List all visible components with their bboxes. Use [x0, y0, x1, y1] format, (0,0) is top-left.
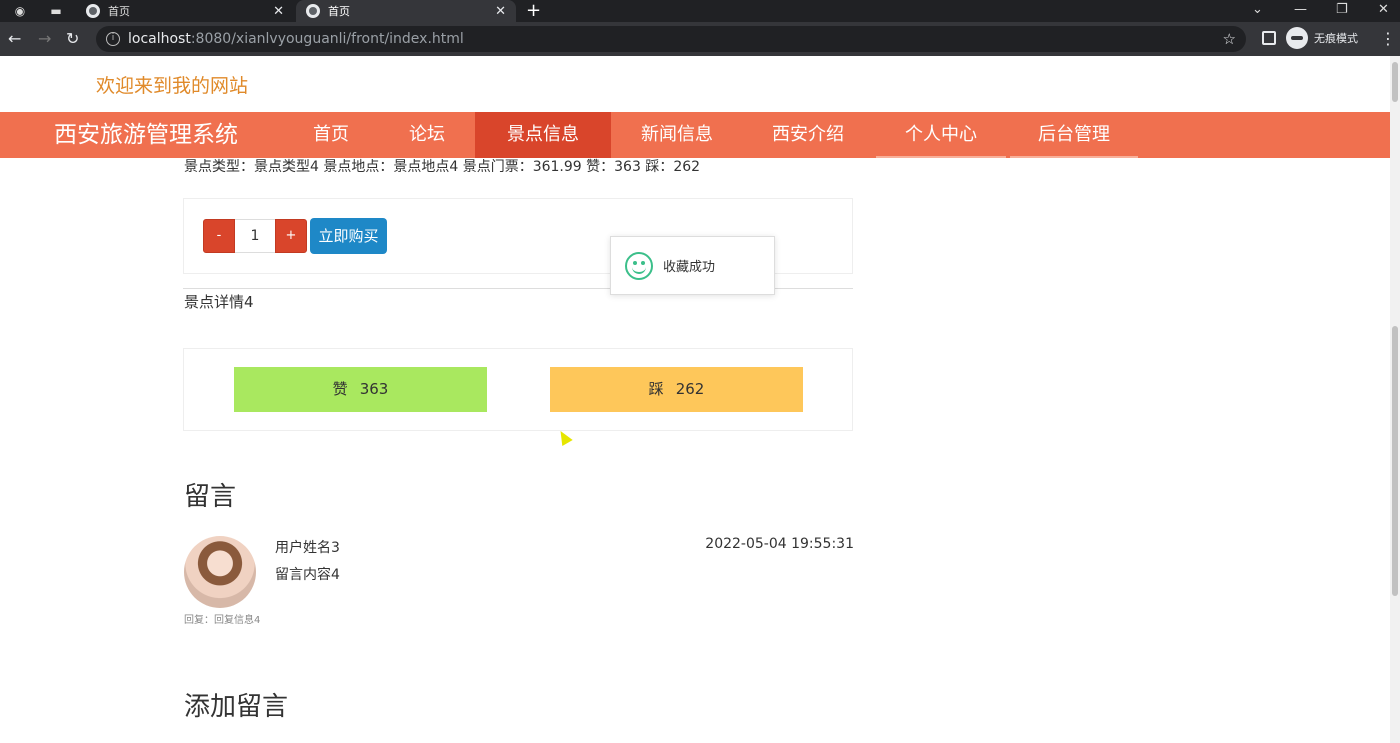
- nav-spots[interactable]: 景点信息: [475, 112, 611, 158]
- vote-box: 赞 363 踩 262: [183, 348, 853, 431]
- spot-info-line: 景点类型：景点类型4 景点地点：景点地点4 景点门票：361.99 赞：363 …: [184, 159, 701, 175]
- nav-news[interactable]: 新闻信息: [611, 112, 743, 158]
- welcome-text: 欢迎来到我的网站: [96, 75, 249, 97]
- forward-arrow-icon[interactable]: →: [38, 22, 51, 56]
- tab-list-icon[interactable]: ▬: [40, 0, 72, 22]
- site-info-icon[interactable]: i: [106, 32, 120, 46]
- comment-content: 留言内容4: [275, 567, 340, 583]
- nav-personal-center[interactable]: 个人中心: [876, 112, 1006, 158]
- bookmark-star-icon[interactable]: ☆: [1223, 30, 1236, 48]
- nav-xian-intro[interactable]: 西安介绍: [743, 112, 873, 158]
- dislike-label: 踩: [648, 380, 664, 398]
- nav-admin[interactable]: 后台管理: [1010, 112, 1138, 158]
- site-brand[interactable]: 西安旅游管理系统: [54, 112, 238, 158]
- quantity-decrease-button[interactable]: -: [203, 219, 235, 253]
- like-label: 赞: [332, 380, 348, 398]
- incognito-icon: [1286, 27, 1308, 49]
- toast-message: 收藏成功: [663, 260, 716, 275]
- smile-icon: [625, 251, 653, 280]
- incognito-label: 无痕模式: [1314, 32, 1358, 45]
- tab-title: 首页: [328, 5, 350, 18]
- add-comment-heading: 添加留言: [184, 692, 289, 722]
- minimize-button[interactable]: —: [1294, 0, 1307, 22]
- window-close-button[interactable]: ✕: [1378, 0, 1389, 22]
- spot-detail: 景点详情4: [184, 293, 254, 311]
- scrollbar-top: [1392, 62, 1398, 102]
- page-viewport: 欢迎来到我的网站 景点类型：景点类型4 景点地点：景点地点4 景点门票：361.…: [0, 56, 1390, 743]
- close-icon[interactable]: ✕: [495, 4, 506, 19]
- globe-icon: [86, 4, 100, 18]
- new-tab-button[interactable]: +: [526, 0, 541, 22]
- toast-notification: 收藏成功: [610, 236, 775, 295]
- restore-button[interactable]: ❐: [1336, 0, 1348, 22]
- comment-user: 用户姓名3: [275, 540, 340, 556]
- quantity-increase-button[interactable]: +: [275, 219, 307, 253]
- dislike-count: 262: [675, 380, 705, 398]
- reload-icon[interactable]: ↻: [66, 22, 79, 56]
- browser-tab-strip: ◉ ▬ 首页 ✕ 首页 ✕ + ⌄ — ❐ ✕: [0, 0, 1400, 22]
- address-bar[interactable]: i localhost:8080/xianlvyouguanli/front/i…: [96, 26, 1246, 52]
- page-scrollbar[interactable]: [1390, 56, 1400, 743]
- like-button[interactable]: 赞 363: [234, 367, 487, 412]
- browser-tab[interactable]: 首页 ✕: [76, 0, 294, 22]
- tab-title: 首页: [108, 5, 130, 18]
- tab-search-icon[interactable]: ◉: [4, 0, 36, 22]
- url-text: localhost:8080/xianlvyouguanli/front/ind…: [128, 31, 464, 47]
- browser-tab-active[interactable]: 首页 ✕: [296, 0, 516, 22]
- browser-toolbar: ← → ↻ i localhost:8080/xianlvyouguanli/f…: [0, 22, 1400, 56]
- scrollbar-thumb[interactable]: [1392, 326, 1398, 596]
- comments-heading: 留言: [184, 482, 237, 512]
- buy-now-button[interactable]: 立即购买: [310, 218, 387, 254]
- nav-home[interactable]: 首页: [284, 112, 378, 158]
- avatar: [184, 536, 256, 608]
- comment-reply: 回复：回复信息4: [184, 615, 261, 626]
- comment-time: 2022-05-04 19:55:31: [705, 536, 854, 552]
- nav-forum[interactable]: 论坛: [380, 112, 474, 158]
- dislike-button[interactable]: 踩 262: [550, 367, 803, 412]
- main-navbar: 西安旅游管理系统 首页 论坛 景点信息 新闻信息 西安介绍 个人中心 后台管理: [0, 112, 1390, 158]
- side-panel-icon[interactable]: [1262, 31, 1276, 45]
- back-arrow-icon[interactable]: ←: [8, 22, 21, 56]
- menu-kebab-icon[interactable]: ⋮: [1380, 22, 1396, 56]
- incognito-indicator[interactable]: 无痕模式: [1286, 27, 1358, 49]
- tab-search-chevron-icon[interactable]: ⌄: [1252, 0, 1263, 22]
- like-count: 363: [359, 380, 389, 398]
- globe-icon: [306, 4, 320, 18]
- quantity-input[interactable]: 1: [235, 219, 275, 253]
- close-icon[interactable]: ✕: [273, 4, 284, 19]
- comment-item: 用户姓名3 留言内容4 2022-05-04 19:55:31 回复：回复信息4: [184, 536, 854, 626]
